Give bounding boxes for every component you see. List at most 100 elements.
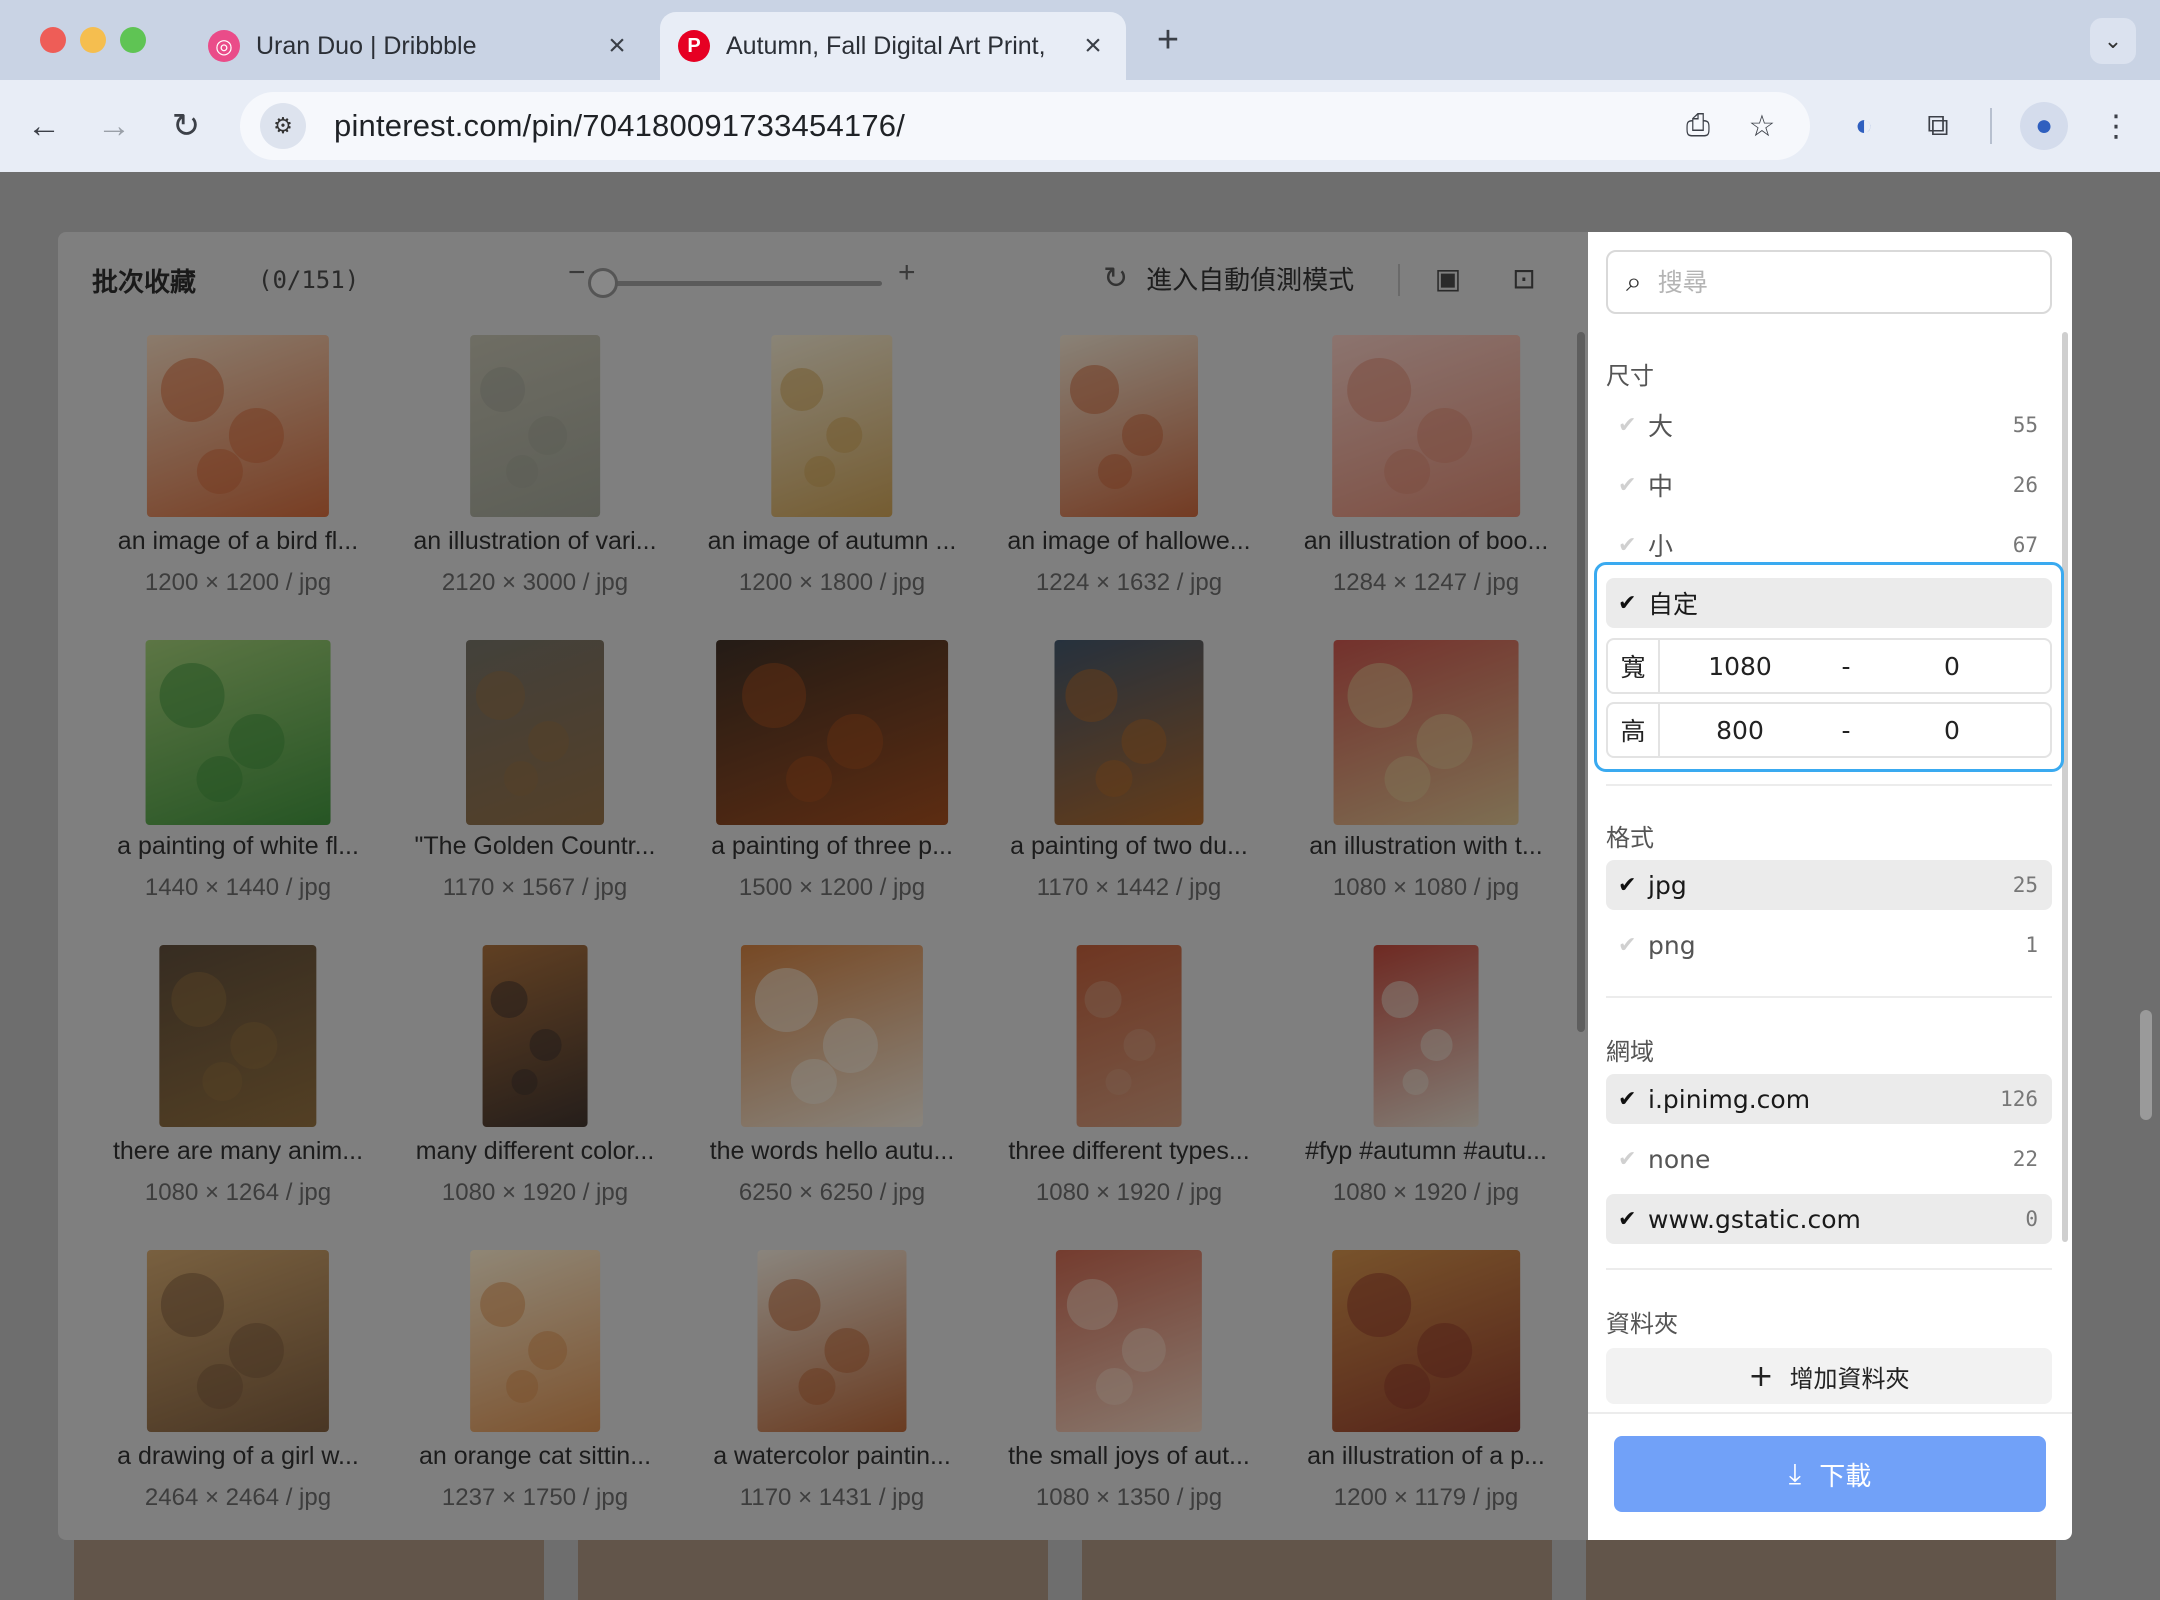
forward-icon[interactable]: → — [92, 104, 136, 148]
image-card[interactable]: a painting of three p... 1500 × 1200 / jp… — [684, 632, 980, 932]
option-label: 中 — [1648, 472, 1674, 501]
thumbnail-size-slider[interactable] — [602, 281, 882, 286]
image-card[interactable]: "The Golden Countr... 1170 × 1567 / jpg — [387, 632, 683, 932]
image-thumbnail[interactable] — [159, 945, 317, 1128]
image-card[interactable]: many different color... 1080 × 1920 / jpg — [387, 937, 683, 1237]
option-label: 小 — [1648, 532, 1674, 561]
profile-avatar-icon[interactable]: ● — [2020, 102, 2068, 150]
format-section-title: 格式 — [1606, 824, 1654, 852]
image-thumbnail[interactable] — [482, 945, 588, 1128]
image-card[interactable]: #fyp #autumn #autu... 1080 × 1920 / jpg — [1278, 937, 1574, 1237]
width-min-input[interactable]: 1080 — [1660, 652, 1820, 681]
tab-bar: ◎ Uran Duo | Dribbble × P Autumn, Fall D… — [0, 0, 2160, 80]
image-thumbnail[interactable] — [146, 335, 330, 518]
image-dimensions: 1080 × 1080 / jpg — [1332, 874, 1520, 901]
image-dimensions: 1080 × 1350 / jpg — [1035, 1484, 1223, 1511]
search-input[interactable] — [1657, 267, 2038, 297]
image-card[interactable]: a watercolor paintin... 1170 × 1431 / jpg — [684, 1242, 980, 1542]
format-option-png[interactable]: ✔ png 1 — [1606, 920, 2052, 970]
image-card[interactable]: an image of a bird fl... 1200 × 1200 / jp… — [90, 327, 386, 627]
image-thumbnail[interactable] — [757, 1250, 907, 1433]
image-caption: "The Golden Countr... — [414, 832, 656, 860]
slider-handle[interactable] — [588, 268, 618, 298]
reload-icon[interactable]: ↻ — [164, 104, 208, 148]
image-thumbnail[interactable] — [1076, 945, 1182, 1128]
capture-area-icon[interactable]: ⊡ — [1504, 258, 1544, 298]
zoom-in-icon[interactable]: + — [898, 256, 916, 290]
auto-detect-button[interactable]: ↻ 進入自動偵測模式 — [1103, 260, 1354, 297]
new-tab-button[interactable]: + — [1146, 18, 1190, 62]
download-button[interactable]: ⤓ 下載 — [1614, 1436, 2046, 1512]
image-thumbnail[interactable] — [466, 640, 604, 825]
image-thumbnail[interactable] — [470, 335, 600, 518]
image-card[interactable]: the small joys of aut... 1080 × 1350 / jp… — [981, 1242, 1277, 1542]
format-option-jpg[interactable]: ✔ jpg 25 — [1606, 860, 2052, 910]
image-caption: an image of a bird fl... — [117, 527, 359, 555]
close-icon[interactable]: × — [602, 29, 632, 62]
install-app-icon[interactable]: ⎙ — [1678, 106, 1718, 146]
image-card[interactable]: a drawing of a girl w... 2464 × 2464 / jp… — [90, 1242, 386, 1542]
image-card[interactable]: a painting of two du... 1170 × 1442 / jpg — [981, 632, 1277, 932]
size-option-large[interactable]: ✔ 大 55 — [1606, 400, 2052, 450]
grid-scrollbar[interactable] — [1577, 332, 1585, 1032]
image-thumbnail[interactable] — [1373, 945, 1479, 1128]
option-label: i.pinimg.com — [1648, 1084, 1811, 1114]
width-max-input[interactable]: 0 — [1872, 652, 2032, 681]
image-thumbnail[interactable] — [470, 1250, 600, 1433]
page-scrollbar[interactable] — [2140, 1010, 2152, 1120]
add-folder-button[interactable]: + 增加資料夾 — [1606, 1348, 2052, 1404]
image-thumbnail[interactable] — [716, 640, 948, 825]
image-card[interactable]: an image of autumn ... 1200 × 1800 / jpg — [684, 327, 980, 627]
image-thumbnail[interactable] — [740, 945, 924, 1128]
select-all-icon[interactable]: ▣ — [1428, 258, 1468, 298]
image-card[interactable]: three different types... 1080 × 1920 / jp… — [981, 937, 1277, 1237]
image-card[interactable]: an illustration of boo... 1284 × 1247 / j… — [1278, 327, 1574, 627]
maximize-window-button[interactable] — [120, 27, 146, 53]
image-card[interactable]: the words hello autu... 6250 × 6250 / jpg — [684, 937, 980, 1237]
domain-option-none[interactable]: ✔ none 22 — [1606, 1134, 2052, 1184]
zoom-out-icon[interactable]: − — [568, 256, 586, 290]
more-menu-icon[interactable]: ⋮ — [2092, 102, 2140, 150]
image-thumbnail[interactable] — [1333, 640, 1519, 825]
image-thumbnail[interactable] — [1332, 1250, 1520, 1433]
tab-search-button[interactable]: ⌄ — [2090, 18, 2136, 64]
panel-scrollbar[interactable] — [2062, 332, 2068, 1242]
image-thumbnail[interactable] — [1332, 335, 1520, 518]
image-card[interactable]: there are many anim... 1080 × 1264 / jpg — [90, 937, 386, 1237]
image-thumbnail[interactable] — [1054, 640, 1204, 825]
image-card[interactable]: an illustration of vari... 2120 × 3000 / … — [387, 327, 683, 627]
image-thumbnail[interactable] — [145, 640, 331, 825]
image-thumbnail[interactable] — [1055, 1250, 1203, 1433]
address-bar[interactable]: ⚙ pinterest.com/pin/704180091733454176/ … — [240, 92, 1810, 160]
selection-count: (0/151) — [258, 266, 360, 294]
extension-icon[interactable]: ◐ — [1840, 102, 1888, 150]
size-option-custom[interactable]: ✔ 自定 — [1606, 578, 2052, 628]
image-card[interactable]: an image of hallowe... 1224 × 1632 / jpg — [981, 327, 1277, 627]
plus-icon: + — [1748, 1358, 1774, 1394]
site-info-icon[interactable]: ⚙ — [260, 103, 306, 149]
close-window-button[interactable] — [40, 27, 66, 53]
bookmark-star-icon[interactable]: ☆ — [1742, 106, 1782, 146]
width-label: 寬 — [1608, 640, 1660, 692]
image-card[interactable]: an orange cat sittin... 1237 × 1750 / jpg — [387, 1242, 683, 1542]
search-field[interactable]: ⌕ — [1606, 250, 2052, 314]
image-card[interactable]: a painting of white fl... 1440 × 1440 / j… — [90, 632, 386, 932]
extensions-puzzle-icon[interactable]: ⧉ — [1914, 102, 1962, 150]
image-card[interactable]: an illustration with t... 1080 × 1080 / j… — [1278, 632, 1574, 932]
height-max-input[interactable]: 0 — [1872, 716, 2032, 745]
size-option-medium[interactable]: ✔ 中 26 — [1606, 460, 2052, 510]
image-card[interactable]: an illustration of a p... 1200 × 1179 / j… — [1278, 1242, 1574, 1542]
check-icon: ✔ — [1618, 1206, 1637, 1232]
image-thumbnail[interactable] — [146, 1250, 330, 1433]
back-icon[interactable]: ← — [22, 104, 66, 148]
tab-pinterest[interactable]: P Autumn, Fall Digital Art Print, × — [660, 12, 1126, 80]
domain-option-pinimg[interactable]: ✔ i.pinimg.com 126 — [1606, 1074, 2052, 1124]
domain-option-gstatic[interactable]: ✔ www.gstatic.com 0 — [1606, 1194, 2052, 1244]
image-thumbnail[interactable] — [771, 335, 893, 518]
close-icon[interactable]: × — [1078, 29, 1108, 62]
minimize-window-button[interactable] — [80, 27, 106, 53]
image-dimensions: 1080 × 1920 / jpg — [1332, 1179, 1520, 1206]
tab-dribbble[interactable]: ◎ Uran Duo | Dribbble × — [190, 12, 650, 80]
height-min-input[interactable]: 800 — [1660, 716, 1820, 745]
image-thumbnail[interactable] — [1060, 335, 1198, 518]
